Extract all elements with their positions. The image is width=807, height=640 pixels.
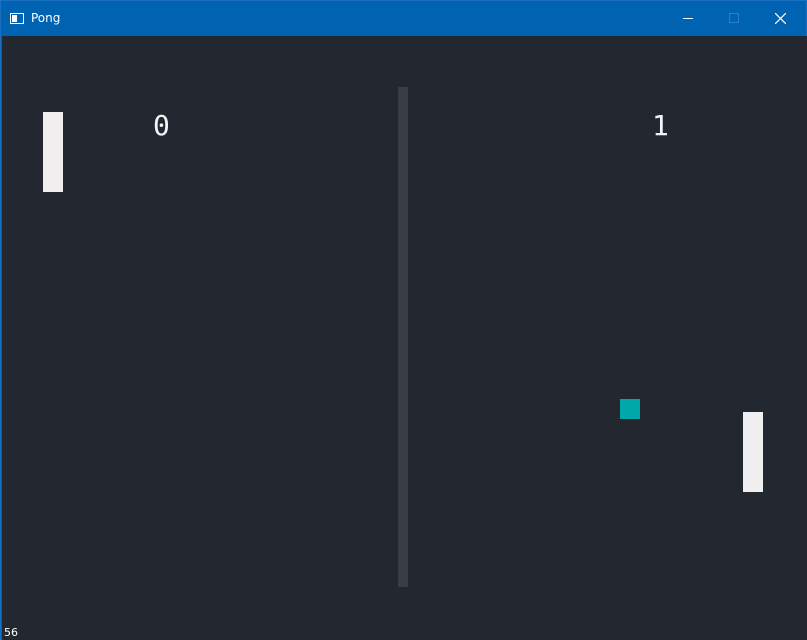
maximize-icon <box>729 13 739 23</box>
fps-counter: 56 <box>4 626 18 639</box>
ball <box>620 399 640 419</box>
title-bar[interactable]: Pong <box>1 1 806 36</box>
game-canvas[interactable]: 0 1 56 <box>2 36 807 640</box>
close-icon <box>775 13 786 24</box>
window-app-icon[interactable] <box>10 13 24 24</box>
window-title: Pong <box>31 11 61 25</box>
pong-window: Pong 0 1 56 <box>0 0 807 640</box>
right-paddle <box>743 412 763 492</box>
center-net <box>398 87 408 587</box>
maximize-button[interactable] <box>711 1 757 36</box>
minimize-button[interactable] <box>665 1 711 36</box>
left-score: 0 <box>153 109 170 142</box>
right-score: 1 <box>652 109 669 142</box>
minimize-icon <box>683 18 693 19</box>
left-paddle <box>43 112 63 192</box>
close-button[interactable] <box>757 1 803 36</box>
